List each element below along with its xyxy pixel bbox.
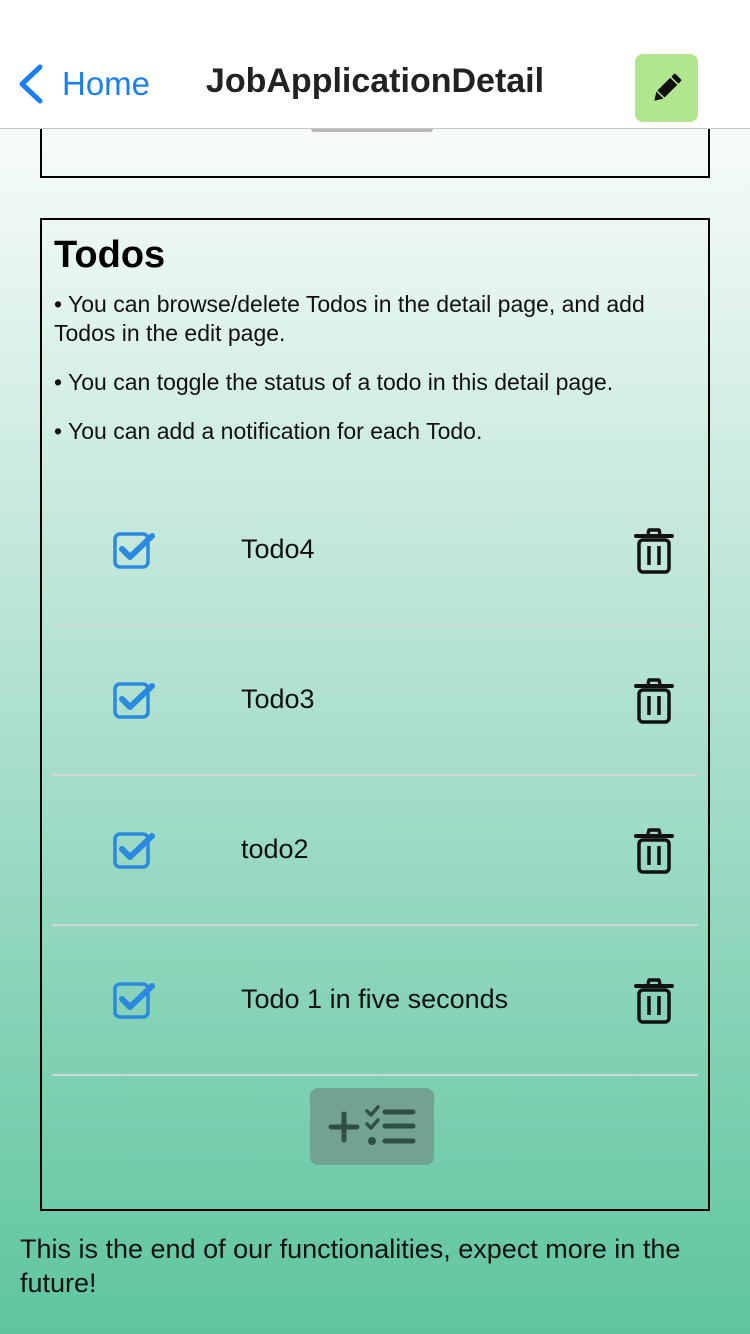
- edit-button[interactable]: [635, 54, 698, 122]
- todo-label: Todo3: [241, 684, 315, 714]
- add-todo-button[interactable]: [310, 1088, 434, 1165]
- navigation-bar: Home JobApplicationDetail: [0, 0, 750, 129]
- trash-icon[interactable]: [634, 528, 674, 574]
- todos-card: Todos • You can browse/delete Todos in t…: [40, 218, 710, 1211]
- trash-icon[interactable]: [634, 978, 674, 1024]
- todo-label: Todo4: [241, 534, 315, 564]
- todo-row: todo2: [52, 776, 698, 926]
- trash-icon[interactable]: [634, 678, 674, 724]
- todo-row: Todo4: [52, 476, 698, 626]
- add-checklist-icon: [328, 1104, 416, 1145]
- todo-row: Todo 1 in five seconds: [52, 926, 698, 1076]
- checkbox-checked-icon[interactable]: [112, 680, 156, 720]
- todo-label: todo2: [241, 834, 309, 864]
- footer-text: This is the end of our functionalities, …: [20, 1234, 681, 1298]
- checkbox-checked-icon[interactable]: [112, 830, 156, 870]
- todos-title: Todos: [54, 234, 166, 276]
- todos-note: • You can toggle the status of a todo in…: [54, 369, 614, 395]
- checkbox-checked-icon[interactable]: [112, 980, 156, 1020]
- todo-row: Todo3: [52, 626, 698, 776]
- checkbox-checked-icon[interactable]: [112, 530, 156, 570]
- trash-icon[interactable]: [634, 828, 674, 874]
- pencil-icon: [653, 73, 681, 101]
- todo-label: Todo 1 in five seconds: [241, 984, 509, 1014]
- todos-note: • You can browse/delete Todos in the det…: [54, 291, 645, 346]
- todos-note: • You can add a notification for each To…: [54, 418, 483, 444]
- previous-section-button[interactable]: [311, 129, 433, 132]
